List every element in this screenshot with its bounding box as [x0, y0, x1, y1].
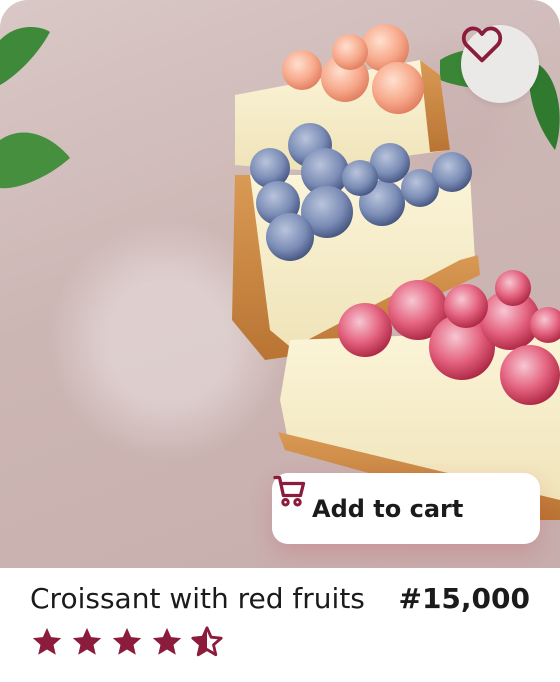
product-info: Croissant with red fruits #15,000	[0, 568, 560, 682]
product-name: Croissant with red fruits	[30, 582, 365, 615]
star-full-icon	[112, 627, 142, 655]
star-full-icon	[32, 627, 62, 655]
product-price: #15,000	[398, 582, 530, 615]
star-half-icon	[191, 626, 223, 657]
favorite-button[interactable]	[461, 25, 539, 103]
star-full-icon	[72, 627, 102, 655]
rating-stars	[30, 625, 224, 659]
add-to-cart-label: Add to cart	[312, 494, 464, 523]
product-image: Add to cart	[0, 0, 560, 568]
product-card: Add to cart Croissant with red fruits #1…	[0, 0, 560, 682]
shopping-cart-icon	[273, 475, 306, 507]
heart-outline-icon	[461, 26, 503, 63]
add-to-cart-button[interactable]: Add to cart	[272, 473, 540, 544]
star-full-icon	[152, 627, 182, 655]
